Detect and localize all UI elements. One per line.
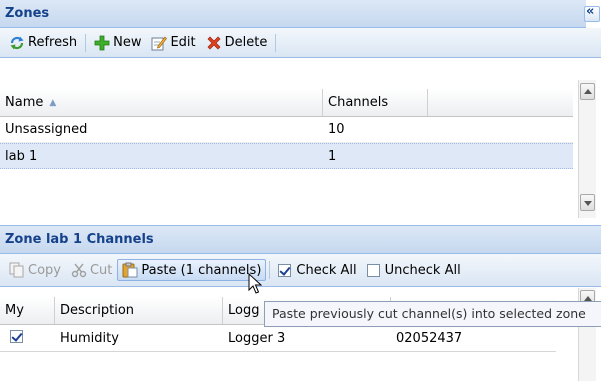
channels-panel-title: Zone lab 1 Channels <box>5 232 154 247</box>
column-header-my[interactable]: My <box>0 297 55 324</box>
tooltip-text: Paste previously cut channel(s) into sel… <box>272 306 586 321</box>
toolbar-separator <box>85 33 87 52</box>
refresh-label: Refresh <box>28 35 78 50</box>
mouse-cursor-icon <box>248 272 263 295</box>
my-checkbox-cell[interactable] <box>0 330 55 347</box>
new-button[interactable]: New <box>89 32 146 54</box>
new-label: New <box>113 35 142 50</box>
zone-channels-cell: 10 <box>328 122 345 137</box>
scissors-icon <box>71 262 87 278</box>
table-row-selected[interactable]: lab 1 1 <box>0 143 573 169</box>
zones-panel-header: Zones <box>0 0 586 28</box>
table-row[interactable]: Unsassigned 10 <box>0 117 573 143</box>
delete-label: Delete <box>224 35 268 50</box>
delete-button[interactable]: Delete <box>201 32 273 54</box>
zones-toolbar: Refresh New Edit Delete <box>0 28 601 58</box>
scroll-up-button[interactable] <box>580 83 595 100</box>
zones-panel-title: Zones <box>5 6 50 21</box>
refresh-icon <box>9 35 25 51</box>
column-header-channels[interactable]: Channels <box>323 89 428 116</box>
column-header-description[interactable]: Description <box>55 297 223 324</box>
check-all-checkbox-icon <box>278 263 292 277</box>
check-all-label: Check All <box>296 262 357 278</box>
delete-icon <box>206 35 222 51</box>
channels-toolbar: Copy Cut Paste (1 channels) Check All Un… <box>0 254 601 287</box>
row-checkbox[interactable] <box>10 330 23 343</box>
copy-label: Copy <box>28 262 61 278</box>
paste-tooltip: Paste previously cut channel(s) into sel… <box>264 301 601 327</box>
edit-label: Edit <box>170 35 196 50</box>
channel-logger-cell: Logger 3 <box>228 331 286 346</box>
column-header-name[interactable]: Name ▲ <box>0 89 323 116</box>
double-chevron-left-icon: « <box>586 4 595 19</box>
edit-icon <box>151 35 168 51</box>
channels-panel-header: Zone lab 1 Channels <box>0 225 601 254</box>
table-row[interactable]: Humidity Logger 3 02052437 <box>0 326 556 352</box>
sort-ascending-icon: ▲ <box>49 97 57 108</box>
uncheck-all-checkbox-icon <box>366 263 380 277</box>
copy-icon <box>9 262 25 278</box>
zones-grid-header: Name ▲ Channels <box>0 89 573 117</box>
add-icon <box>94 35 110 51</box>
check-all-button[interactable]: Check All <box>273 259 361 281</box>
copy-button[interactable]: Copy <box>4 259 66 281</box>
cut-button[interactable]: Cut <box>66 259 117 281</box>
paste-button[interactable]: Paste (1 channels) <box>117 259 267 281</box>
scroll-down-button[interactable] <box>580 194 595 211</box>
column-header-filler <box>428 89 573 116</box>
zone-name-cell: Unsassigned <box>5 122 88 137</box>
edit-button[interactable]: Edit <box>146 32 200 54</box>
uncheck-all-label: Uncheck All <box>384 262 461 278</box>
paste-label: Paste (1 channels) <box>141 262 262 278</box>
refresh-button[interactable]: Refresh <box>4 32 82 54</box>
toolbar-separator <box>275 33 277 52</box>
zone-name-cell: lab 1 <box>5 148 38 164</box>
collapse-button[interactable]: « <box>584 4 600 22</box>
cut-label: Cut <box>89 262 113 278</box>
uncheck-all-button[interactable]: Uncheck All <box>362 259 466 281</box>
channel-description-cell: Humidity <box>60 331 119 346</box>
toolbar-separator <box>269 261 271 279</box>
zone-channels-cell: 1 <box>328 148 337 164</box>
zones-grid-scrollbar[interactable] <box>578 80 596 218</box>
channel-serial-cell: 02052437 <box>396 331 463 346</box>
paste-icon <box>122 262 138 278</box>
